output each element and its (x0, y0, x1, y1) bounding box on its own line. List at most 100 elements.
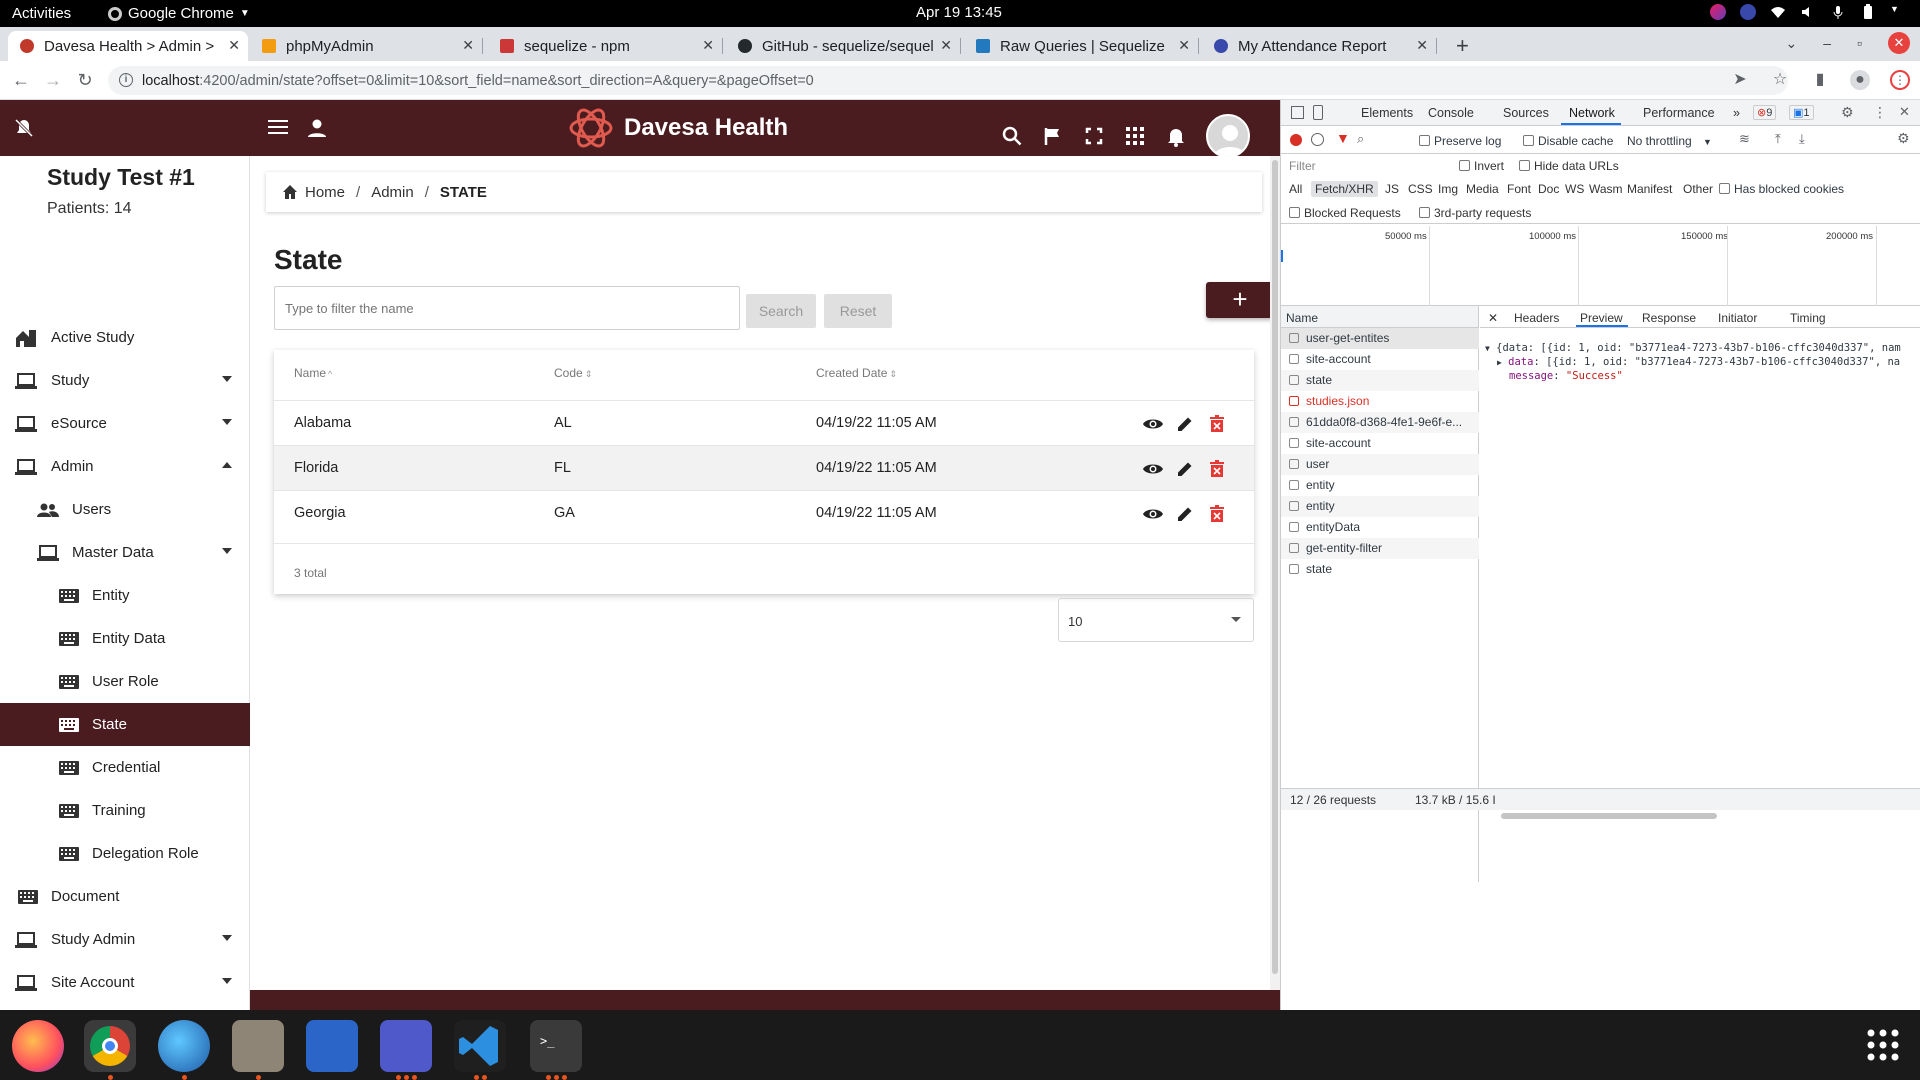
profile-icon[interactable]: ● (1850, 70, 1870, 90)
restore-icon[interactable]: ▫ (1857, 35, 1862, 51)
device-toolbar-icon[interactable] (1313, 105, 1323, 120)
request-row[interactable]: site-account (1281, 349, 1479, 370)
table-row[interactable]: Alabama AL 04/19/22 11:05 AM (274, 400, 1254, 445)
edit-pencil-icon[interactable] (1174, 413, 1196, 435)
tab-phpmyadmin[interactable]: phpMyAdmin ✕ (250, 31, 483, 61)
brand[interactable]: Davesa Health (568, 106, 788, 150)
kebab-menu-icon[interactable]: ⋮ (1873, 104, 1887, 121)
request-row[interactable]: site-account (1281, 433, 1479, 454)
filter-type-media[interactable]: Media (1466, 182, 1499, 196)
sidebar-item-training[interactable]: Training (0, 789, 250, 832)
filter-type-wasm[interactable]: Wasm (1589, 182, 1623, 196)
main-scrollbar[interactable] (1270, 156, 1280, 990)
sidebar-item-credential[interactable]: Credential (0, 746, 250, 789)
third-party-checkbox[interactable]: 3rd-party requests (1419, 206, 1531, 220)
devtools-tab-sources[interactable]: Sources (1503, 106, 1549, 120)
view-eye-icon[interactable] (1142, 413, 1164, 435)
close-tab-icon[interactable]: ✕ (228, 37, 240, 54)
request-row[interactable]: entity (1281, 475, 1479, 496)
table-row[interactable]: Florida FL 04/19/22 11:05 AM (274, 445, 1254, 490)
detail-tab-preview[interactable]: Preview (1580, 311, 1623, 325)
sidebar-item-active-study[interactable]: Active Study (0, 316, 250, 359)
filter-type-doc[interactable]: Doc (1538, 182, 1559, 196)
send-to-device-icon[interactable]: ➤ (1730, 70, 1750, 90)
close-tab-icon[interactable]: ✕ (702, 37, 714, 54)
close-tab-icon[interactable]: ✕ (1416, 37, 1428, 54)
preserve-log-checkbox[interactable]: Preserve log (1419, 134, 1501, 148)
table-row[interactable]: Georgia GA 04/19/22 11:05 AM (274, 490, 1254, 535)
sidebar-item-site-account[interactable]: Site Account (0, 961, 250, 1004)
chrome-menu-icon[interactable]: ⋮ (1890, 70, 1910, 90)
blocked-requests-checkbox[interactable]: Blocked Requests (1289, 206, 1401, 220)
filter-type-css[interactable]: CSS (1408, 182, 1433, 196)
preview-line-root[interactable]: ▼ {data: [{id: 1, oid: "b3771ea4-7273-43… (1485, 342, 1920, 354)
firefox-icon[interactable] (12, 1020, 64, 1072)
terminal-icon[interactable]: >_ (530, 1020, 582, 1080)
sidebar-item-user-role[interactable]: User Role (0, 660, 250, 703)
edit-pencil-icon[interactable] (1174, 503, 1196, 525)
minimize-icon[interactable]: – (1823, 35, 1831, 51)
breadcrumb-admin[interactable]: Admin (371, 184, 414, 201)
files-icon[interactable] (232, 1020, 284, 1080)
view-eye-icon[interactable] (1142, 503, 1164, 525)
hamburger-menu-icon[interactable] (268, 118, 288, 136)
request-row[interactable]: entity (1281, 496, 1479, 517)
throttling-select[interactable]: No throttling ▼ (1627, 134, 1712, 148)
search-icon[interactable] (1001, 125, 1023, 147)
filter-funnel-icon[interactable]: ▼ (1336, 130, 1350, 146)
request-row[interactable]: state (1281, 559, 1479, 580)
filter-type-js[interactable]: JS (1385, 182, 1399, 196)
request-row[interactable]: state (1281, 370, 1479, 391)
devtools-tab-performance[interactable]: Performance (1643, 106, 1715, 120)
filter-type-font[interactable]: Font (1507, 182, 1531, 196)
sidebar-item-entity[interactable]: Entity (0, 574, 250, 617)
apps-grid-icon[interactable] (1124, 125, 1146, 147)
preview-line-message[interactable]: message: "Success" (1485, 370, 1920, 382)
close-tab-icon[interactable]: ✕ (940, 37, 952, 54)
has-blocked-cookies-checkbox[interactable]: Has blocked cookies (1719, 182, 1844, 196)
home-icon[interactable] (282, 184, 298, 200)
fullscreen-icon[interactable] (1083, 125, 1105, 147)
disable-cache-checkbox[interactable]: Disable cache (1523, 134, 1613, 148)
new-tab-button[interactable]: + (1456, 33, 1469, 59)
scrollbar-thumb[interactable] (1501, 813, 1717, 819)
devtools-tab-elements[interactable]: Elements (1361, 106, 1413, 120)
request-row[interactable]: get-entity-filter (1281, 538, 1479, 559)
sidebar-item-study-admin[interactable]: Study Admin (0, 918, 250, 961)
reload-button[interactable]: ↻ (74, 69, 96, 91)
reset-button[interactable]: Reset (824, 294, 892, 328)
sidebar-item-state[interactable]: State (0, 703, 250, 746)
view-eye-icon[interactable] (1142, 458, 1164, 480)
close-window-icon[interactable]: ✕ (1888, 32, 1910, 54)
close-tab-icon[interactable]: ✕ (1178, 37, 1190, 54)
clear-icon[interactable] (1311, 133, 1324, 146)
breadcrumb-home[interactable]: Home (305, 184, 345, 201)
notifications-bell-icon[interactable] (1165, 125, 1187, 147)
text-editor-icon[interactable] (306, 1020, 358, 1072)
site-info-icon[interactable]: i (119, 73, 133, 87)
preview-line-data[interactable]: ▶ data: [{id: 1, oid: "b3771ea4-7273-43b… (1485, 356, 1920, 368)
delete-trash-icon[interactable] (1206, 503, 1228, 525)
add-state-button[interactable]: + (1206, 282, 1274, 318)
column-header-created-date[interactable]: Created Date ⇕ (816, 366, 897, 380)
page-size-select[interactable]: 10 (1058, 598, 1254, 642)
requests-name-header[interactable]: Name (1281, 306, 1479, 328)
sidebar-item-master-data[interactable]: Master Data (0, 531, 250, 574)
filter-type-manifest[interactable]: Manifest (1627, 182, 1672, 196)
network-settings-icon[interactable]: ⚙ (1897, 130, 1910, 147)
tab-github-sequelize[interactable]: GitHub - sequelize/sequel ✕ (726, 31, 961, 61)
request-row[interactable]: 61dda0f8-d368-4fe1-9e6f-e... (1281, 412, 1479, 433)
response-preview[interactable]: ▼ {data: [{id: 1, oid: "b3771ea4-7273-43… (1485, 342, 1920, 382)
settings-gear-icon[interactable]: ⚙ (1841, 104, 1854, 121)
error-count-badge[interactable]: ⊗9 (1753, 105, 1777, 120)
side-panel-icon[interactable]: ▮ (1810, 70, 1830, 90)
request-row[interactable]: entityData (1281, 517, 1479, 538)
detail-tab-timing[interactable]: Timing (1790, 311, 1826, 325)
column-header-code[interactable]: Code ⇕ (554, 366, 592, 380)
back-button[interactable]: ← (10, 69, 32, 91)
tab-attendance-report[interactable]: My Attendance Report ✕ (1202, 31, 1437, 61)
notifications-off-icon[interactable] (12, 116, 36, 140)
filter-type-img[interactable]: Img (1438, 182, 1458, 196)
name-filter-input[interactable] (274, 286, 740, 330)
delete-trash-icon[interactable] (1206, 458, 1228, 480)
